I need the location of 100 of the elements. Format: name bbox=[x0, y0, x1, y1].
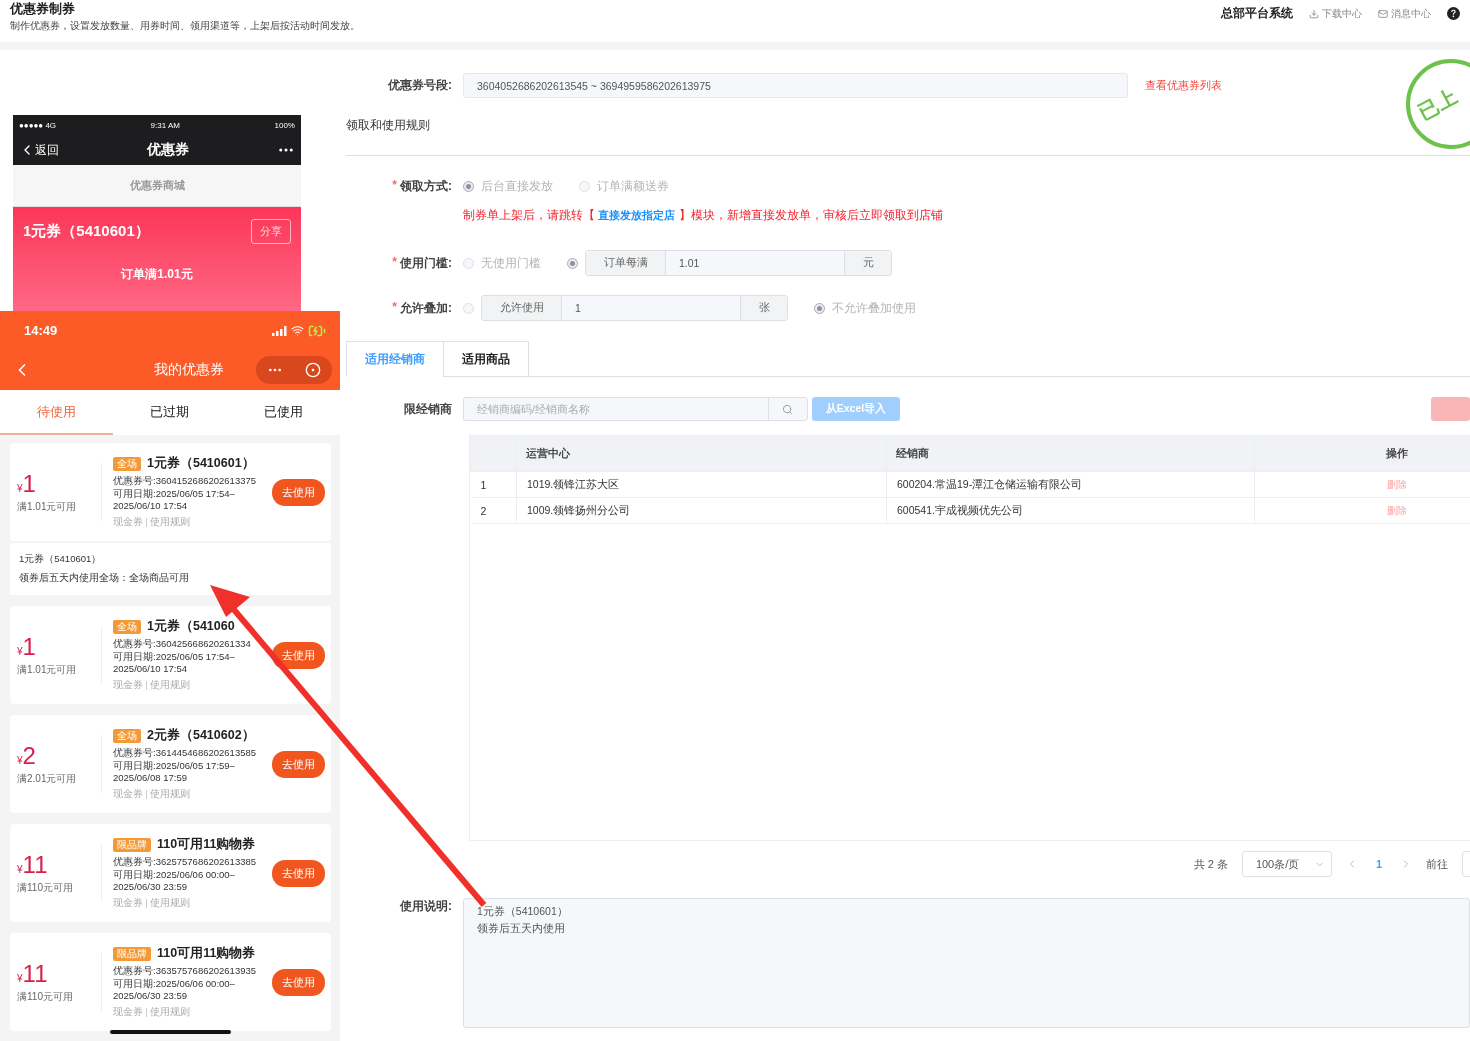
use-button[interactable]: 去使用 bbox=[272, 750, 325, 778]
battery-text: 100% bbox=[274, 120, 295, 130]
radio-button[interactable] bbox=[814, 302, 825, 314]
coupon-condition: 满1.01元可用 bbox=[17, 663, 78, 677]
goto-label: 前往 bbox=[1426, 856, 1448, 872]
column-header: 操作 bbox=[1254, 435, 1470, 472]
action-button[interactable] bbox=[1431, 397, 1470, 421]
coupon-tab[interactable]: 已使用 bbox=[226, 390, 340, 435]
radio-button[interactable] bbox=[463, 181, 474, 192]
coupon-amount: ¥11 bbox=[17, 851, 49, 879]
nav-title: 我的优惠券 bbox=[153, 361, 225, 379]
coupon-dates: 可用日期:2025/06/05 17:54– bbox=[113, 487, 236, 501]
help-icon[interactable] bbox=[1447, 7, 1460, 20]
use-button[interactable]: 去使用 bbox=[272, 968, 325, 996]
use-button[interactable]: 去使用 bbox=[272, 641, 325, 669]
rules-link[interactable]: 使用规则 bbox=[150, 787, 190, 801]
nav-title: 优惠券 bbox=[147, 141, 189, 159]
page-number[interactable]: 1 bbox=[1375, 858, 1382, 870]
radio-button[interactable] bbox=[567, 257, 578, 269]
use-button[interactable]: 去使用 bbox=[272, 478, 325, 506]
table-cell: 1009.领锋扬州分公司 bbox=[516, 497, 887, 524]
scope-tab[interactable]: 适用商品 bbox=[443, 341, 529, 377]
scope-tab[interactable]: 适用经销商 bbox=[346, 341, 444, 377]
share-button[interactable]: 分享 bbox=[251, 219, 291, 244]
coupon-number: 优惠券号:3614454686202613585 bbox=[113, 747, 258, 760]
coupon-dates: 可用日期:2025/06/06 00:00– bbox=[113, 977, 236, 991]
use-button[interactable]: 去使用 bbox=[272, 859, 325, 887]
form-label: 优惠券号段: bbox=[386, 77, 452, 94]
page-title: 优惠券制券 bbox=[10, 1, 76, 16]
clock-text: 14:49 bbox=[24, 323, 58, 338]
delete-link[interactable]: 删除 bbox=[1387, 504, 1407, 516]
coupon-title: 2元券（5410602） bbox=[147, 727, 255, 745]
coupon-type: 现金券 bbox=[113, 515, 143, 529]
coupon-type: 现金券 bbox=[113, 787, 143, 801]
coupon-dates: 可用日期:2025/06/06 00:00– bbox=[113, 868, 236, 882]
hint-text: 制券单上架后，请跳转【 直接发放指定店 】模块，新增直接发放单，审核后立即领取到店铺 bbox=[463, 207, 944, 224]
coupon-type: 现金券 bbox=[113, 678, 143, 692]
page-size-select[interactable]: 100条/页 bbox=[1241, 851, 1332, 877]
radio-label: 订单满额送券 bbox=[597, 178, 669, 195]
usage-line: 1元券（5410601） bbox=[477, 905, 569, 919]
delete-link[interactable]: 删除 bbox=[1387, 478, 1407, 490]
system-name: 总部平台系统 bbox=[1221, 5, 1293, 22]
form-label: 使用说明: bbox=[399, 898, 452, 915]
scope-tag: 限品牌 bbox=[113, 837, 151, 852]
coupon-title: 110可用11购物券 bbox=[157, 836, 256, 854]
radio-label: 不允许叠加使用 bbox=[832, 299, 916, 317]
usage-field[interactable]: 1元券（5410601） 领券后五天内使用 bbox=[463, 898, 1470, 1028]
scope-tag: 全场 bbox=[113, 456, 141, 471]
coupon-dates: 2025/06/30 23:59 bbox=[113, 990, 188, 1003]
required-mark: * bbox=[392, 299, 397, 316]
coupon-number: 优惠券号:3604152686202613375 bbox=[113, 475, 258, 488]
scope-tag: 限品牌 bbox=[113, 946, 151, 961]
table-cell: 600541.宇成视频优先公司 bbox=[886, 497, 1255, 524]
coupon-list-link[interactable]: 查看优惠券列表 bbox=[1145, 78, 1222, 93]
coupon-number: 优惠券号:3625757686202613385 bbox=[113, 856, 258, 869]
coupon-dates: 可用日期:2025/06/05 17:54– bbox=[113, 650, 236, 664]
rules-link[interactable]: 使用规则 bbox=[150, 515, 190, 529]
table-cell: 1 bbox=[470, 471, 517, 498]
download-icon bbox=[1309, 8, 1319, 19]
coupon-condition: 满1.01元可用 bbox=[17, 500, 78, 514]
column-header: 运营中心 bbox=[516, 435, 887, 472]
coupon-title: 1元券（541060 bbox=[147, 618, 235, 636]
form-label: 限经销商 bbox=[403, 400, 452, 418]
mail-icon bbox=[1378, 8, 1388, 19]
mall-bar: 优惠券商城 bbox=[13, 165, 301, 207]
coupon-number: 优惠券号:360425668620261334 bbox=[113, 638, 252, 651]
coupon-tab[interactable]: 待使用 bbox=[0, 390, 114, 435]
page-subtitle: 制作优惠券，设置发放数量、用券时间、领用渠道等，上架后按活动时间发放。 bbox=[10, 19, 360, 33]
status-stamp: 已上 bbox=[1406, 59, 1470, 149]
carrier-text: ●●●●● 4G bbox=[19, 120, 57, 130]
search-button[interactable] bbox=[767, 397, 808, 421]
coupon-dates: 2025/06/08 17:59 bbox=[113, 772, 188, 785]
form-label: 领取方式: bbox=[400, 178, 452, 195]
direct-issue-link[interactable]: 直接发放指定店 bbox=[598, 209, 676, 221]
download-link[interactable]: 下载中心 bbox=[1309, 6, 1362, 21]
coupon-condition: 满110元可用 bbox=[17, 881, 74, 895]
radio-label: 后台直接发放 bbox=[481, 178, 553, 195]
range-field: 3604052686202613545 ~ 3694959586202613975 bbox=[463, 73, 1128, 98]
required-mark: * bbox=[392, 254, 397, 271]
coupon-title: 110可用11购物券 bbox=[157, 945, 256, 963]
rules-link[interactable]: 使用规则 bbox=[150, 1005, 190, 1019]
rules-link[interactable]: 使用规则 bbox=[150, 678, 190, 692]
capsule-button[interactable] bbox=[256, 356, 332, 384]
table-cell: 1019.领锋江苏大区 bbox=[516, 471, 887, 498]
coupon-tab[interactable]: 已过期 bbox=[113, 390, 227, 435]
coupon-type: 现金券 bbox=[113, 1005, 143, 1019]
amount-field[interactable]: 允许使用 1 张 bbox=[481, 295, 788, 321]
table-cell: 600204.常温19-潭江仓储运输有限公司 bbox=[886, 471, 1255, 498]
scope-tag: 全场 bbox=[113, 728, 141, 743]
coupon-type: 现金券 bbox=[113, 896, 143, 910]
message-link[interactable]: 消息中心 bbox=[1378, 6, 1431, 21]
wifi-icon bbox=[291, 324, 304, 337]
detail-text: 领券后五天内使用全场：全场商品可用 bbox=[19, 572, 190, 585]
search-field[interactable]: 经销商编码/经销商名称 bbox=[463, 397, 768, 421]
search-icon bbox=[782, 403, 794, 415]
back-button[interactable]: 返回 bbox=[19, 141, 59, 159]
amount-field[interactable]: 订单每满 1.01 元 bbox=[585, 250, 892, 276]
coupon-dates: 2025/06/10 17:54 bbox=[113, 663, 188, 676]
coupon-amount: ¥2 bbox=[17, 742, 37, 770]
rules-link[interactable]: 使用规则 bbox=[150, 896, 190, 910]
